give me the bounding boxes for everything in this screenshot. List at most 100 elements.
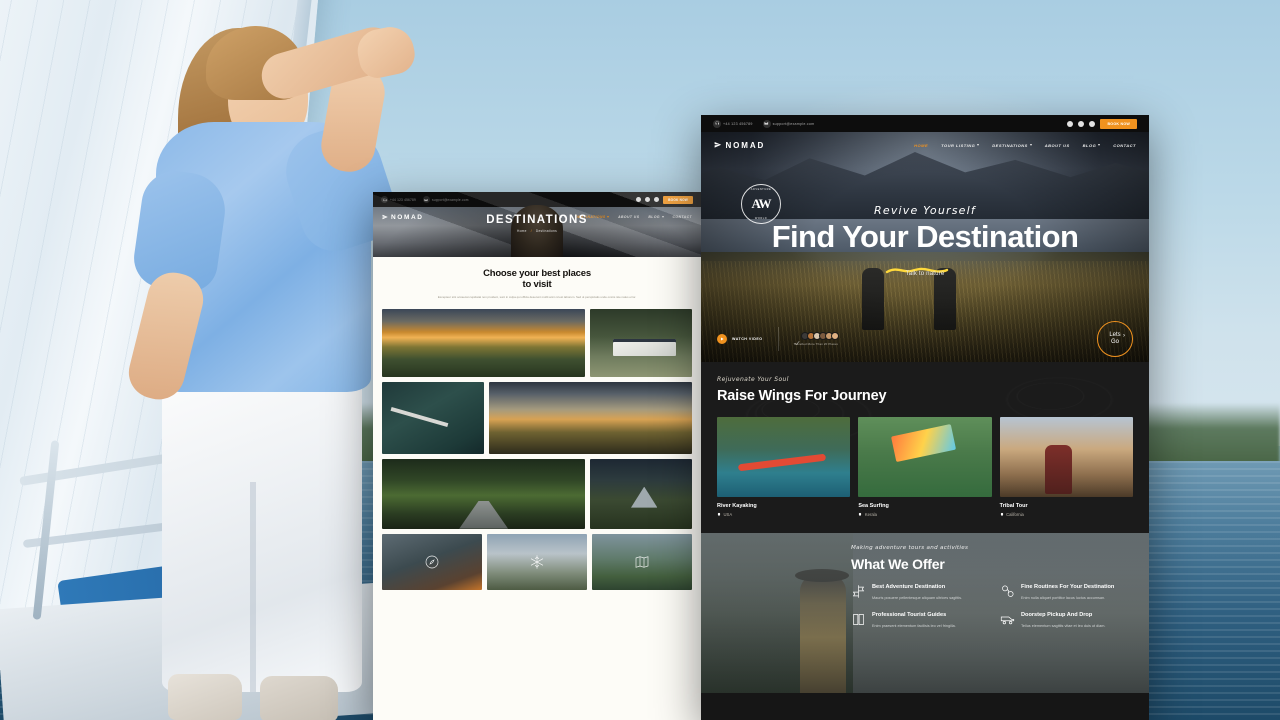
card-image-kayaking [717, 417, 851, 498]
nav-item-contact[interactable]: CONTACT [1113, 143, 1136, 148]
card-title: Tribal Tour [999, 503, 1028, 510]
headset-icon [713, 119, 721, 128]
section-body-text: Excepteur sint occaecat cupidatat non pr… [437, 295, 637, 300]
journey-heading: Raise Wings For Journey [717, 388, 887, 404]
compass-badge-icon [425, 555, 439, 568]
nav-item-tour-listing[interactable]: TOUR LISTING [941, 143, 980, 148]
offer-item[interactable]: Professional Tourist Guides Enim praesen… [851, 612, 984, 629]
page-title-block: DESTINATIONS Home / Destinations [373, 214, 701, 233]
gallery-image-modern-glass-house[interactable] [590, 308, 692, 377]
card-image-tribal-tour [999, 417, 1133, 498]
journey-cards: River Kayaking USA Sea Surfing Kerala Tr… [717, 417, 1133, 517]
gallery-image-river-valley-sunset[interactable] [382, 308, 586, 377]
offer-title: Professional Tourist Guides [872, 612, 947, 618]
journey-card[interactable]: River Kayaking USA [717, 417, 851, 518]
hero-title: Find Your Destination [771, 219, 1079, 254]
lets-go-button[interactable]: › Lets Go [1097, 321, 1133, 357]
map-pin-icon [858, 512, 862, 517]
tile-green-hills[interactable] [592, 533, 692, 590]
twitter-icon[interactable] [645, 197, 651, 202]
nav-item-home[interactable]: HOME [914, 143, 928, 148]
route-pin-icon [1000, 584, 1015, 599]
offer-item[interactable]: Best Adventure Destination Mauris posuer… [851, 584, 984, 601]
home-page-window[interactable]: +44 123 456789 support@example.com BOOK … [701, 115, 1149, 720]
envelope-icon [762, 119, 771, 128]
chevron-down-icon [1029, 144, 1032, 146]
map-route-icon [635, 555, 649, 568]
book-now-button[interactable]: BOOK NOW [1100, 118, 1137, 129]
offer-title: Fine Routines For Your Destination [1021, 584, 1115, 591]
badge-top-text: ADVENTURE [750, 188, 772, 191]
phone-number: +44 123 456789 [390, 197, 416, 202]
offer-item[interactable]: Doorstep Pickup And Drop Tellus elementu… [1000, 612, 1133, 629]
offer-eyebrow: Making adventure tours and activities [851, 545, 969, 552]
nav-item-destinations[interactable]: DESTINATIONS [992, 143, 1032, 148]
section-heading: Choose your best places to visit [387, 268, 687, 290]
front-top-contact-bar: +44 123 456789 support@example.com BOOK … [701, 115, 1149, 132]
choose-places-section: Choose your best places to visit Excepte… [373, 257, 701, 309]
breadcrumb-current: Destinations [535, 229, 558, 233]
facebook-icon[interactable] [1067, 120, 1074, 127]
travellers-caption: Travelled More Than 20 Places [793, 342, 838, 346]
gallery-row-2 [382, 381, 692, 454]
map-pin-icon [1000, 512, 1004, 517]
offer-item[interactable]: Fine Routines For Your Destination Enim … [1000, 584, 1133, 601]
heading-line-2: to visit [522, 279, 552, 291]
van-icon [1000, 612, 1015, 627]
offer-text: Enim nulla aliquet porttitor lacus luctu… [1021, 595, 1106, 600]
gallery-image-hikers-ridge[interactable] [488, 381, 692, 454]
lets-go-line1: Lets [1109, 332, 1121, 339]
headset-icon [381, 196, 388, 203]
book-now-button[interactable]: BOOK NOW [663, 195, 693, 204]
twitter-icon[interactable] [1078, 120, 1085, 127]
gallery-image-forest-road[interactable] [382, 458, 586, 529]
front-email-info[interactable]: support@example.com [762, 119, 815, 128]
front-phone-info[interactable]: +44 123 456789 [713, 119, 753, 128]
card-title: River Kayaking [717, 503, 757, 510]
what-we-offer-section: Making adventure tours and activities Wh… [701, 533, 1149, 694]
play-icon [717, 334, 727, 344]
breadcrumb: Home / Destinations [373, 229, 701, 233]
offer-title: Doorstep Pickup And Drop [1021, 612, 1093, 618]
gallery-image-campfire-tent[interactable] [590, 458, 692, 529]
nav-item-blog[interactable]: BLOG [1083, 143, 1101, 148]
brand-name: NOMAD [725, 140, 766, 150]
avatar-stack [794, 332, 839, 346]
facebook-icon[interactable] [636, 197, 642, 202]
breadcrumb-home[interactable]: Home [517, 229, 527, 233]
youtube-icon[interactable] [654, 197, 660, 202]
breadcrumb-separator: / [530, 229, 532, 233]
watch-video-button[interactable]: WATCH VIDEO [717, 334, 763, 344]
underline-squiggle-icon [885, 261, 965, 273]
destinations-page-window[interactable]: +44 123 456789 support@example.com BOOK … [373, 192, 701, 720]
card-location-label: USA [723, 512, 733, 518]
destinations-hero: +44 123 456789 support@example.com BOOK … [373, 192, 701, 257]
journey-card[interactable]: Sea Surfing Kerala [858, 417, 992, 518]
offer-items: Best Adventure Destination Mauris posuer… [851, 584, 1133, 628]
hero-bottom-bar: WATCH VIDEO Travelled More Than 20 Place… [701, 316, 1149, 362]
gallery-image-kayak-paddler[interactable] [382, 381, 484, 454]
hero-note: Talk to nature [905, 270, 945, 277]
page-title: DESTINATIONS [486, 214, 588, 226]
signpost-icon [851, 584, 866, 599]
card-location-label: Kerala [864, 512, 877, 518]
nav-item-about-us[interactable]: ABOUT US [1045, 143, 1070, 148]
phone-info[interactable]: +44 123 456789 [381, 196, 416, 203]
bar-divider [777, 327, 779, 351]
gallery-row-3 [382, 458, 692, 529]
hero-banner: ADVENTURE AW WORLD Revive Yourself Find … [701, 132, 1149, 362]
card-title: Sea Surfing [858, 503, 889, 510]
hero-subtitle: Revive Yourself [874, 204, 976, 217]
journey-section: Rejuvenate Your Soul Raise Wings For Jou… [701, 362, 1149, 534]
front-email-address: support@example.com [772, 121, 815, 126]
tile-snow-mountain[interactable] [487, 533, 587, 590]
tile-backpacker[interactable] [382, 533, 482, 590]
youtube-icon[interactable] [1089, 120, 1096, 127]
offer-text: Mauris posuere pellentesque aliquam ultr… [872, 595, 963, 600]
guidebook-icon [851, 612, 866, 627]
brand-logo[interactable]: NOMAD [714, 141, 765, 150]
journey-card[interactable]: Tribal Tour California [999, 417, 1133, 517]
email-info[interactable]: support@example.com [422, 196, 469, 203]
offer-text: Enim praesent elementum facilisis leo ve… [872, 623, 956, 628]
lets-go-line2: Go [1110, 339, 1119, 345]
